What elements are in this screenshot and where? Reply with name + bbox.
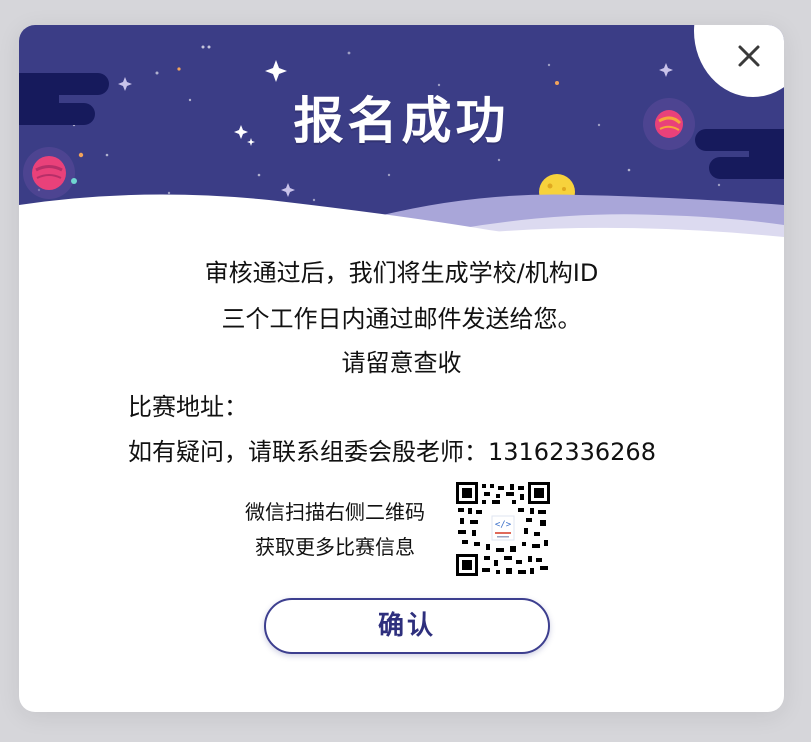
close-icon[interactable]	[731, 38, 767, 74]
svg-text:</>: </>	[495, 520, 512, 530]
contact-info: 如有疑问，请联系组委会殷老师：13162336268	[128, 438, 656, 466]
space-banner: 报名成功	[19, 25, 784, 240]
message-line-3: 请留意查收	[341, 349, 462, 377]
message-line-2: 三个工作日内通过邮件发送给您。	[221, 305, 582, 333]
qr-caption-line-2: 获取更多比赛信息	[255, 535, 415, 559]
close-button[interactable]	[731, 38, 767, 74]
competition-address: 比赛地址：	[128, 393, 248, 421]
confirm-button[interactable]: 确认	[264, 598, 550, 654]
message-line-1: 审核通过后，我们将生成学校/机构ID	[204, 259, 599, 287]
qr-caption-line-1: 微信扫描右侧二维码	[245, 500, 425, 524]
registration-success-dialog: 报名成功 审核通过后，我们将生成学校/机构ID 三个工作日内通过邮件发送给您。 …	[19, 25, 784, 712]
qr-caption: 微信扫描右侧二维码 获取更多比赛信息	[215, 495, 455, 565]
wechat-qr-code: </>	[456, 482, 550, 576]
qr-code-image: </>	[456, 482, 550, 576]
dialog-title: 报名成功	[293, 92, 510, 150]
